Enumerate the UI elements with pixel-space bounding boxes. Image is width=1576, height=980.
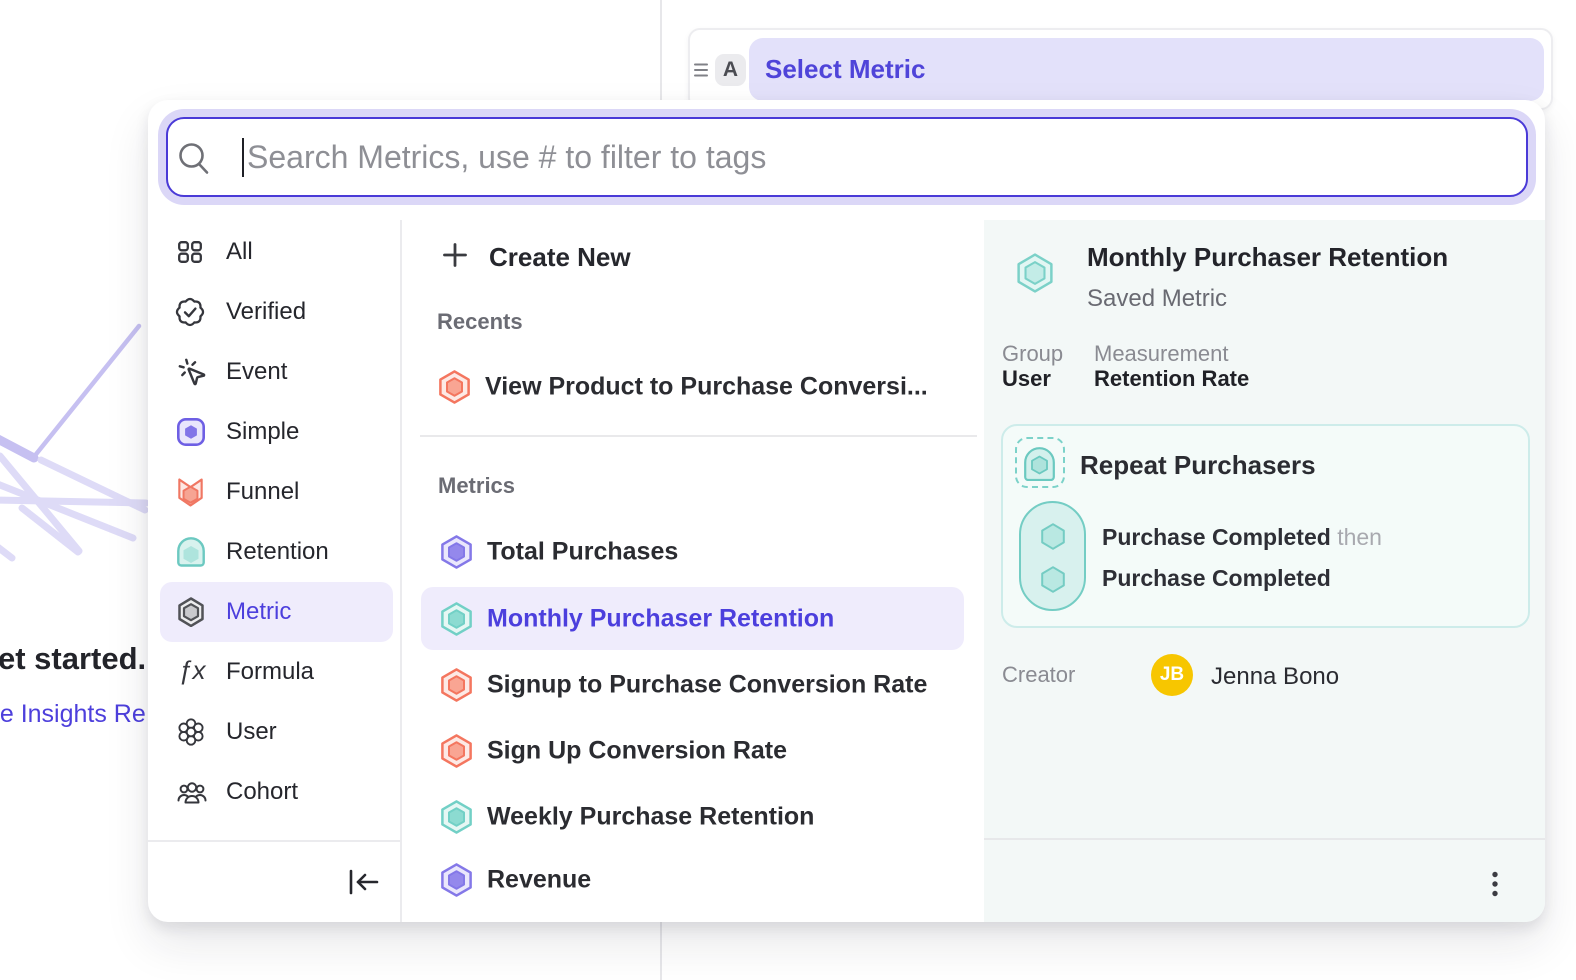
svg-text:ƒx: ƒx: [178, 655, 206, 685]
